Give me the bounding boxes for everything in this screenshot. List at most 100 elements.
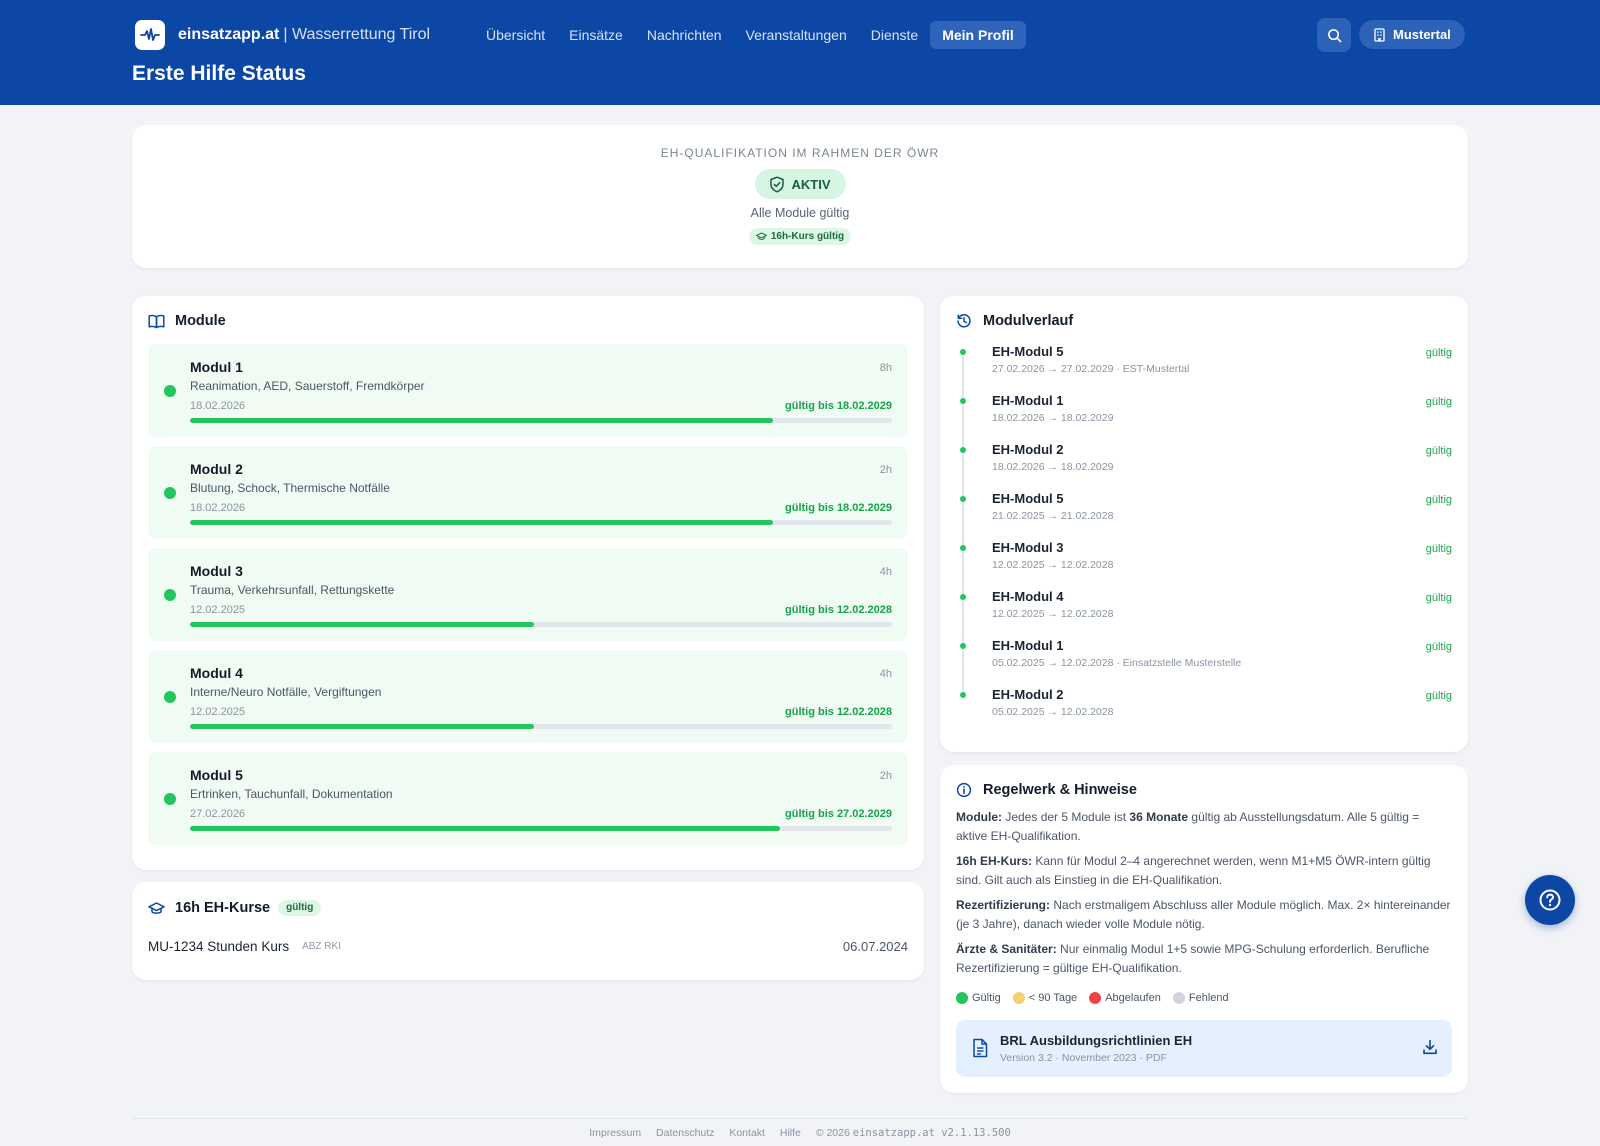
footer-divider: [132, 1118, 1468, 1119]
courses-header: 16h EH-Kurse gültig: [148, 899, 322, 917]
nav-item-mein-profil[interactable]: Mein Profil: [930, 21, 1026, 49]
footer-copyright: © 2026 einsatzapp.at v2.1.13.500: [816, 1127, 1011, 1139]
rule-item: Module: Jedes der 5 Module ist 36 Monate…: [956, 808, 1452, 846]
pulse-logo-icon: [135, 20, 165, 50]
legend-item: Abgelaufen: [1089, 992, 1161, 1004]
module-title: Modul 2: [190, 461, 243, 477]
document-download[interactable]: BRL Ausbildungsrichtlinien EH Version 3.…: [956, 1020, 1452, 1077]
organisation-button[interactable]: Mustertal: [1359, 20, 1465, 49]
history-item-status: gültig: [1425, 543, 1452, 555]
nav-item-nachrichten[interactable]: Nachrichten: [635, 21, 734, 49]
module-title: Modul 3: [190, 563, 243, 579]
history-item[interactable]: EH-Modul 3 12.02.2025 → 12.02.2028 gülti…: [956, 540, 1452, 588]
history-header: Modulverlauf: [956, 312, 1073, 330]
status-dot: [164, 691, 176, 703]
rules-title: Regelwerk & Hinweise: [983, 782, 1137, 798]
legend-swatch: [1172, 992, 1185, 1004]
history-item[interactable]: EH-Modul 5 27.02.2026 → 27.02.2029 · EST…: [956, 344, 1452, 392]
book-open-icon: [148, 312, 166, 330]
module-item[interactable]: Modul 1 8h Reanimation, AED, Sauerstoff,…: [148, 344, 908, 437]
module-progress-fill: [190, 418, 773, 423]
course-valid-chip: 16h-Kurs gültig: [748, 228, 852, 245]
history-item-status: gültig: [1425, 494, 1452, 506]
nav-item-einsaetze[interactable]: Einsätze: [557, 21, 635, 49]
rules-header: Regelwerk & Hinweise: [956, 781, 1137, 799]
timeline-dot: [960, 594, 966, 600]
history-item-title: EH-Modul 1: [992, 393, 1064, 408]
history-item-meta: 18.02.2026 → 18.02.2029: [992, 461, 1114, 473]
module-date: 18.02.2026: [190, 502, 246, 514]
legend-label: Gültig: [972, 992, 1001, 1004]
module-description: Interne/Neuro Notfälle, Vergiftungen: [190, 685, 382, 699]
status-kicker: EH-Qualifikation im Rahmen der ÖWR: [660, 146, 940, 160]
rule-item: 16h EH-Kurs: Kann für Modul 2–4 angerech…: [956, 852, 1452, 890]
module-progress-fill: [190, 724, 534, 729]
history-item-meta: 12.02.2025 → 12.02.2028: [992, 608, 1114, 620]
module-progress-bar: [190, 520, 892, 525]
module-item[interactable]: Modul 5 2h Ertrinken, Tauchunfall, Dokum…: [148, 752, 908, 845]
history-item[interactable]: EH-Modul 1 18.02.2026 → 18.02.2029 gülti…: [956, 393, 1452, 441]
module-description: Ertrinken, Tauchunfall, Dokumentation: [190, 787, 393, 801]
page-title: Erste Hilfe Status: [132, 62, 306, 85]
footer-link-datenschutz[interactable]: Datenschutz: [656, 1127, 714, 1139]
course-row[interactable]: MU-1234 Stunden Kurs ABZ RKI 06.07.2024: [148, 939, 908, 954]
module-item[interactable]: Modul 4 4h Interne/Neuro Notfälle, Vergi…: [148, 650, 908, 743]
history-item[interactable]: EH-Modul 2 18.02.2026 → 18.02.2029 gülti…: [956, 442, 1452, 490]
rules-list: Module: Jedes der 5 Module ist 36 Monate…: [956, 808, 1452, 984]
module-hours: 4h: [879, 668, 892, 680]
history-item[interactable]: EH-Modul 4 12.02.2025 → 12.02.2028 gülti…: [956, 589, 1452, 637]
history-item[interactable]: EH-Modul 1 05.02.2025 → 12.02.2028 · Ein…: [956, 638, 1452, 686]
footer-link-impressum[interactable]: Impressum: [589, 1127, 641, 1139]
rule-item: Ärzte & Sanitäter: Nur einmalig Modul 1+…: [956, 940, 1452, 978]
history-item-status: gültig: [1425, 445, 1452, 457]
nav-item-veranstaltungen[interactable]: Veranstaltungen: [734, 21, 859, 49]
shield-check-icon: [769, 175, 784, 193]
module-item[interactable]: Modul 3 4h Trauma, Verkehrsunfall, Rettu…: [148, 548, 908, 641]
status-dot: [164, 487, 176, 499]
organisation-label: Mustertal: [1393, 27, 1451, 42]
modules-title: Module: [175, 313, 226, 329]
rule-emphasis: 36 Monate: [1129, 810, 1189, 824]
history-item[interactable]: EH-Modul 2 05.02.2025 → 12.02.2028 gülti…: [956, 687, 1452, 735]
rule-label: Rezertifizierung:: [956, 898, 1051, 912]
status-label: AKTIV: [791, 176, 831, 192]
course-name: MU-1234 Stunden Kurs: [148, 939, 290, 954]
module-item[interactable]: Modul 2 2h Blutung, Schock, Thermische N…: [148, 446, 908, 539]
qualification-status-card: EH-Qualifikation im Rahmen der ÖWR AKTIV…: [132, 125, 1468, 268]
history-item[interactable]: EH-Modul 5 21.02.2025 → 21.02.2028 gülti…: [956, 491, 1452, 539]
modules-card: Module Modul 1 8h Reanimation, AED, Saue…: [132, 296, 924, 870]
history-item-meta: 27.02.2026 → 27.02.2029 · EST-Mustertal: [992, 363, 1190, 375]
history-item-status: gültig: [1425, 592, 1452, 604]
module-title: Modul 5: [190, 767, 243, 783]
nav-item-dienste[interactable]: Dienste: [859, 21, 930, 49]
rules-card: Regelwerk & Hinweise Module: Jedes der 5…: [940, 765, 1468, 1093]
module-date: 12.02.2025: [190, 706, 246, 718]
history-item-status: gültig: [1425, 641, 1452, 653]
footer-link-kontakt[interactable]: Kontakt: [729, 1127, 765, 1139]
legend-swatch: [1012, 992, 1025, 1004]
document-title: BRL Ausbildungsrichtlinien EH: [1000, 1033, 1193, 1048]
module-title: Modul 4: [190, 665, 243, 681]
download-icon[interactable]: [1422, 1039, 1438, 1060]
help-button[interactable]: [1525, 875, 1575, 925]
legend-item: < 90 Tage: [1012, 992, 1077, 1004]
history-item-title: EH-Modul 5: [992, 491, 1064, 506]
module-date: 27.02.2026: [190, 808, 246, 820]
timeline-dot: [960, 349, 966, 355]
history-item-title: EH-Modul 1: [992, 638, 1064, 653]
module-description: Trauma, Verkehrsunfall, Rettungskette: [190, 583, 395, 597]
course-chip-label: 16h-Kurs gültig: [770, 231, 845, 242]
brand[interactable]: einsatzapp.at | Wasserrettung Tirol: [135, 20, 430, 50]
history-title: Modulverlauf: [983, 313, 1074, 329]
module-progress-bar: [190, 826, 892, 831]
history-item-meta: 05.02.2025 → 12.02.2028: [992, 706, 1114, 718]
history-item-meta: 05.02.2025 → 12.02.2028 · Einsatzstelle …: [992, 657, 1242, 669]
history-item-title: EH-Modul 4: [992, 589, 1064, 604]
module-progress-bar: [190, 622, 892, 627]
module-valid-until: gültig bis 27.02.2029: [785, 808, 892, 820]
footer-link-hilfe[interactable]: Hilfe: [780, 1127, 801, 1139]
search-button[interactable]: [1317, 18, 1351, 52]
history-item-status: gültig: [1425, 396, 1452, 408]
nav-item-uebersicht[interactable]: Übersicht: [474, 21, 557, 49]
module-progress-bar: [190, 724, 892, 729]
